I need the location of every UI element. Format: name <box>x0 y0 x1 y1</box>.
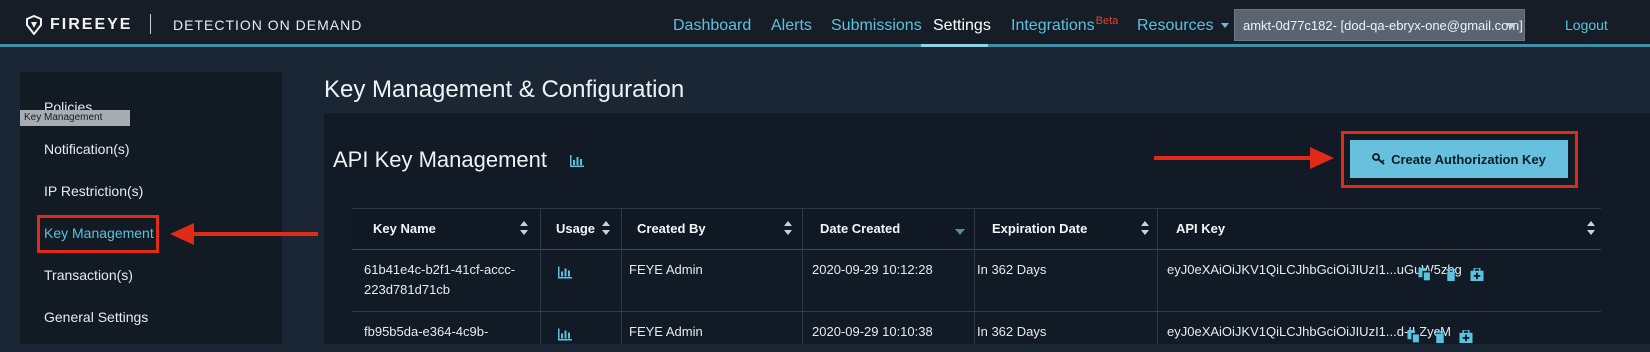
key-icon <box>1372 153 1385 165</box>
column-header-expiration-date[interactable]: Expiration Date <box>992 221 1087 236</box>
brand-logo-text: FIREEYE <box>50 16 133 33</box>
sort-icon[interactable] <box>784 221 792 235</box>
cell-key-name: 61b41e4c-b2f1-41cf-accc- <box>364 262 516 277</box>
sidebar-item-transactions[interactable]: Transaction(s) <box>44 267 133 283</box>
trash-icon[interactable] <box>1433 330 1447 343</box>
nav-dashboard[interactable]: Dashboard <box>673 17 751 35</box>
sort-icon[interactable] <box>602 221 610 235</box>
column-header-date-created[interactable]: Date Created <box>820 221 900 236</box>
table-row: fb95b5da-e364-4c9b- FEYE Admin 2020-09-2… <box>352 312 1601 352</box>
beta-badge: Beta <box>1095 15 1119 27</box>
trash-icon[interactable] <box>1444 268 1458 281</box>
highlight-box-sidebar <box>37 215 159 253</box>
nav-active-indicator <box>921 44 988 47</box>
usage-chart-icon[interactable] <box>558 266 572 279</box>
bar-chart-icon[interactable] <box>570 155 584 167</box>
account-select[interactable]: amkt-0d77c182- [dod-qa-ebryx-one@gmail.c… <box>1234 9 1525 41</box>
cell-created-by: FEYE Admin <box>629 262 703 277</box>
brand-divider <box>150 14 151 34</box>
top-navbar: FIREEYE DETECTION ON DEMAND Dashboard Al… <box>0 0 1650 47</box>
table-row: 61b41e4c-b2f1-41cf-accc- 223d781d71cb FE… <box>352 250 1601 312</box>
cell-date-created: 2020-09-29 10:10:38 <box>812 324 933 339</box>
cell-key-name: fb95b5da-e364-4c9b- <box>364 324 489 339</box>
create-authorization-key-button[interactable]: Create Authorization Key <box>1350 140 1568 178</box>
arrow-right-icon <box>1154 147 1334 169</box>
brand-logo[interactable]: FIREEYE <box>24 14 132 36</box>
sort-desc-icon[interactable] <box>955 229 965 235</box>
nav-alerts[interactable]: Alerts <box>771 17 812 35</box>
panel-title: API Key Management <box>333 147 548 172</box>
nav-submissions[interactable]: Submissions <box>831 17 922 35</box>
cell-key-name-cont: 223d781d71cb <box>364 282 451 297</box>
cell-created-by: FEYE Admin <box>629 324 703 339</box>
nav-integrations[interactable]: IntegrationsBeta <box>1011 15 1119 35</box>
copy-icon[interactable] <box>1407 330 1421 343</box>
tooltip: Key Management <box>20 110 130 126</box>
product-name: DETECTION ON DEMAND <box>173 17 363 33</box>
sort-icon[interactable] <box>520 221 528 235</box>
page-title: Key Management & Configuration <box>324 76 685 103</box>
sidebar-item-ip-restrictions[interactable]: IP Restriction(s) <box>44 183 143 199</box>
chevron-down-icon <box>1506 23 1516 29</box>
nav-resources[interactable]: Resources <box>1137 17 1230 35</box>
logout-link[interactable]: Logout <box>1565 17 1608 33</box>
chevron-down-icon <box>1221 23 1230 29</box>
sort-icon[interactable] <box>1141 221 1149 235</box>
create-button-label: Create Authorization Key <box>1391 151 1546 167</box>
column-header-key-name[interactable]: Key Name <box>373 221 436 236</box>
sidebar-item-notifications[interactable]: Notification(s) <box>44 141 130 157</box>
column-header-api-key[interactable]: API Key <box>1176 221 1225 236</box>
fireeye-logo-icon <box>26 15 42 35</box>
cell-expiration: In 362 Days <box>977 324 1047 339</box>
column-header-usage[interactable]: Usage <box>556 221 595 236</box>
arrow-left-icon <box>170 223 318 245</box>
cell-expiration: In 362 Days <box>977 262 1047 277</box>
sort-icon[interactable] <box>1587 221 1595 235</box>
cell-date-created: 2020-09-29 10:12:28 <box>812 262 933 277</box>
medkit-icon[interactable] <box>1470 268 1484 281</box>
copy-icon[interactable] <box>1418 268 1432 281</box>
nav-integrations-label: Integrations <box>1011 17 1095 34</box>
medkit-icon[interactable] <box>1459 330 1473 343</box>
column-header-created-by[interactable]: Created By <box>637 221 706 236</box>
sidebar-item-general-settings[interactable]: General Settings <box>44 309 148 325</box>
nav-settings[interactable]: Settings <box>933 17 991 35</box>
nav-resources-label: Resources <box>1137 17 1214 34</box>
account-select-value: amkt-0d77c182- [dod-qa-ebryx-one@gmail.c… <box>1243 18 1523 33</box>
usage-chart-icon[interactable] <box>558 328 572 341</box>
